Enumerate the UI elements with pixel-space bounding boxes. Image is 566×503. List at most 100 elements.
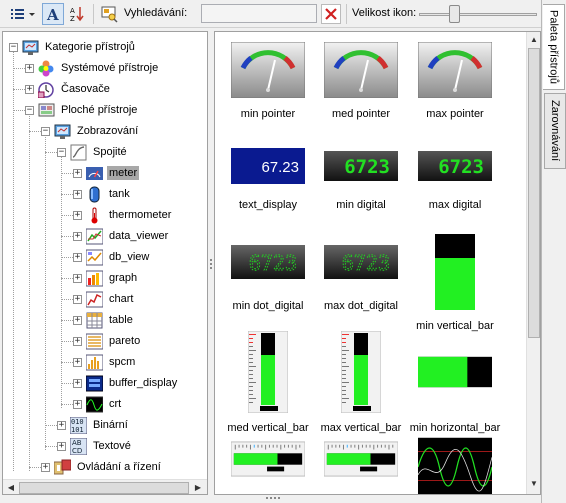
tree-connector [13, 89, 25, 90]
scroll-thumb[interactable] [19, 482, 189, 494]
tree-item-13[interactable]: + chart [73, 289, 135, 309]
clear-search-button[interactable] [321, 4, 341, 24]
tree-item-15[interactable]: + pareto [73, 331, 142, 351]
gallery-item[interactable]: min vertical_bar [408, 232, 502, 332]
tree-item-20[interactable]: + AB CD Textové [57, 436, 133, 456]
expand-icon[interactable]: + [73, 315, 82, 325]
scroll-up-icon[interactable]: ▲ [527, 34, 540, 46]
expand-icon[interactable]: + [73, 168, 82, 178]
preview-button[interactable] [98, 3, 120, 25]
gallery-item[interactable]: max vertical_bar [314, 330, 408, 434]
scroll-thumb[interactable] [528, 48, 540, 338]
expand-icon[interactable]: + [57, 441, 66, 451]
tree-item-16[interactable]: + spcm [73, 352, 137, 372]
tree-item-14[interactable]: + table [73, 310, 135, 330]
gallery-item[interactable]: min horizontal_bar [408, 330, 502, 434]
view-mode-button[interactable] [6, 3, 40, 25]
collapse-icon[interactable]: − [9, 42, 18, 52]
slider-thumb[interactable] [449, 5, 460, 23]
svg-text:A: A [70, 7, 75, 15]
expand-icon[interactable]: + [73, 336, 82, 346]
tree-item-3[interactable]: + Časovače [25, 79, 112, 99]
resize-grip-icon[interactable] [266, 497, 280, 499]
search-input[interactable] [201, 4, 317, 23]
tree-item-label: Zobrazování [77, 125, 139, 137]
tree-item-label: data_viewer [109, 230, 169, 242]
gallery-item[interactable]: 67.23 text_display [221, 141, 315, 211]
gallery-item-label: min horizontal_bar [409, 422, 501, 434]
icon-size-slider[interactable] [419, 5, 537, 23]
instrument-preview-digital: 6723 [324, 141, 398, 191]
tree-item-9[interactable]: + thermometer [73, 205, 173, 225]
collapse-icon[interactable]: − [57, 147, 66, 157]
tree-item-19[interactable]: +010 101 Binární [57, 415, 130, 435]
tree-item-17[interactable]: + buffer_display [73, 373, 179, 393]
expand-icon[interactable]: + [57, 420, 66, 430]
expand-icon[interactable]: + [73, 273, 82, 283]
tree-item-5[interactable]: − Zobrazování [41, 121, 140, 141]
expand-icon[interactable]: + [73, 378, 82, 388]
tree-connector [61, 173, 73, 174]
tab-alignment[interactable]: Zarovnávání [544, 93, 566, 169]
gallery-item-label: med vertical_bar [227, 422, 309, 434]
tree-item-7[interactable]: + meter [73, 163, 140, 183]
tree-item-1[interactable]: − Kategorie přístrojů [9, 37, 137, 57]
scroll-down-icon[interactable]: ▼ [527, 478, 540, 490]
collapse-icon[interactable]: − [25, 105, 34, 115]
expand-icon[interactable]: + [73, 189, 82, 199]
collapse-icon[interactable]: − [41, 126, 50, 136]
pareto-icon [85, 333, 104, 350]
expand-icon[interactable]: + [73, 231, 82, 241]
expand-icon[interactable]: + [25, 84, 34, 94]
instrument-preview-dot-digital: 6723 [324, 232, 398, 292]
tree-item-label: Textové [93, 440, 131, 452]
gallery-item[interactable] [314, 434, 408, 484]
instrument-palette-window: A A Z Vyhledávání: Velikost ikon: Paleta… [0, 0, 566, 503]
tree-item-18[interactable]: + crt [73, 394, 123, 414]
tree-item-12[interactable]: + graph [73, 268, 139, 288]
tree-item-8[interactable]: + tank [73, 184, 132, 204]
gallery-item[interactable]: 6723 min dot_digital [221, 232, 315, 312]
gallery-item[interactable]: 6723 min digital [314, 141, 408, 211]
instrument-preview-hbar-scale [324, 434, 398, 484]
tree-item-21[interactable]: + Ovládání a řízení [41, 457, 163, 477]
font-button[interactable]: A [42, 3, 64, 25]
scroll-left-icon[interactable]: ◀ [4, 482, 18, 494]
scroll-right-icon[interactable]: ▶ [191, 482, 205, 494]
tree-item-2[interactable]: + Systémové přístroje [25, 58, 160, 78]
gallery-item[interactable]: med vertical_bar [221, 330, 315, 434]
toolbar-separator [346, 4, 347, 24]
tab-instrument-palette[interactable]: Paleta přístrojů [543, 4, 565, 90]
tree-connector [29, 467, 41, 468]
gallery-item[interactable]: 6723 max dot_digital [314, 232, 408, 312]
instrument-preview-gauge [231, 40, 305, 100]
expand-icon[interactable]: + [73, 252, 82, 262]
expand-icon[interactable]: + [73, 399, 82, 409]
expand-icon[interactable]: + [73, 210, 82, 220]
gallery-item[interactable]: max pointer [408, 40, 502, 120]
tree-item-4[interactable]: − Ploché přístroje [25, 100, 139, 120]
gallery-item[interactable] [221, 434, 315, 484]
tree-item-6[interactable]: − Spojité [57, 142, 129, 162]
gallery-item-label: text_display [238, 199, 298, 211]
gallery-item[interactable] [408, 434, 502, 494]
sort-button[interactable]: A Z [66, 3, 88, 25]
tree-item-11[interactable]: + db_view [73, 247, 151, 267]
gallery-item[interactable]: med pointer [314, 40, 408, 120]
gallery-item[interactable]: 6723 max digital [408, 141, 502, 211]
instrument-preview-hbar-scale [231, 434, 305, 484]
tree-connector [13, 110, 25, 111]
monitor-icon [54, 123, 71, 140]
tree-horizontal-scrollbar[interactable]: ◀ ▶ [3, 479, 207, 494]
expand-icon[interactable]: + [73, 357, 82, 367]
svg-text:Z: Z [70, 15, 75, 23]
svg-text:101: 101 [71, 426, 84, 434]
expand-icon[interactable]: + [25, 63, 34, 73]
expand-icon[interactable]: + [73, 294, 82, 304]
expand-icon[interactable]: + [41, 462, 50, 472]
tree-item-10[interactable]: + data_viewer [73, 226, 170, 246]
gallery-item[interactable]: min pointer [221, 40, 315, 120]
svg-text:6723: 6723 [249, 251, 297, 275]
svg-text:CD: CD [72, 447, 82, 455]
gallery-vertical-scrollbar[interactable]: ▲ ▼ [526, 32, 540, 494]
